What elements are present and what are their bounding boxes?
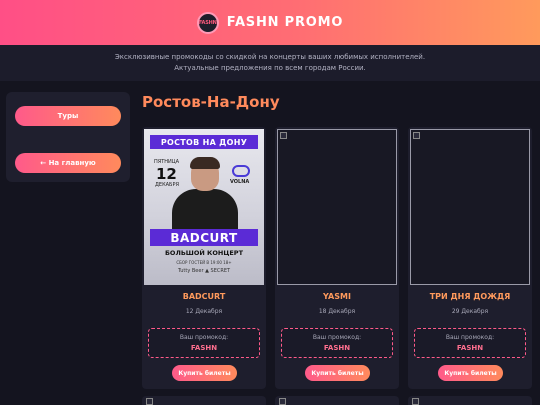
brand-title[interactable]: FASHN PROMO bbox=[227, 15, 343, 30]
poster-subtitle: БОЛЬШОЙ КОНЦЕРТ bbox=[164, 249, 244, 257]
broken-image-icon bbox=[412, 398, 419, 405]
city-title: Ростов-На-Дону bbox=[142, 93, 280, 111]
broken-image-icon bbox=[413, 132, 420, 139]
intro-line-1: Эксклюзивные промокоды со скидкой на кон… bbox=[114, 53, 426, 61]
artist-name: YASMI bbox=[323, 292, 351, 301]
buy-tickets-button[interactable]: Купить билеты bbox=[438, 365, 503, 381]
concert-card: YASMI 18 Декабря Ваш промокод: FASHN Куп… bbox=[275, 127, 399, 389]
concert-card-partial bbox=[408, 396, 532, 405]
logo-text: FASHN bbox=[198, 19, 217, 26]
broken-image-icon bbox=[279, 398, 286, 405]
promo-code[interactable]: FASHN bbox=[415, 344, 525, 352]
buy-tickets-button[interactable]: Купить билеты bbox=[305, 365, 370, 381]
broken-image[interactable] bbox=[277, 129, 397, 285]
artist-hair-image bbox=[190, 157, 220, 169]
poster-date-number: 12 bbox=[156, 165, 177, 183]
tours-button[interactable]: Туры bbox=[15, 106, 121, 126]
concert-card: ТРИ ДНЯ ДОЖДЯ 29 Декабря Ваш промокод: F… bbox=[408, 127, 532, 389]
sidebar: Туры ← На главную bbox=[6, 92, 130, 182]
artist-name: ТРИ ДНЯ ДОЖДЯ bbox=[429, 292, 511, 301]
broken-image-icon bbox=[146, 398, 153, 405]
poster-month: ДЕКАБРЯ bbox=[155, 182, 179, 188]
promo-label: Ваш промокод: bbox=[445, 334, 495, 341]
poster-details: СБОР ГОСТЕЙ В 19:00 18+ bbox=[176, 260, 232, 265]
concert-date: 12 Декабря bbox=[185, 308, 223, 315]
buy-tickets-button[interactable]: Купить билеты bbox=[172, 365, 237, 381]
concert-card-partial bbox=[142, 396, 266, 405]
concert-date: 18 Декабря bbox=[318, 308, 356, 315]
concert-card: РОСТОВ НА ДОНУ ПЯТНИЦА 12 ДЕКАБРЯ VOLNA … bbox=[142, 127, 266, 389]
poster-sponsors: Tutty Beer ▲ SECRET bbox=[177, 268, 231, 274]
poster-venue: VOLNA bbox=[230, 179, 250, 185]
poster-city: РОСТОВ НА ДОНУ bbox=[150, 135, 258, 149]
artist-body-image bbox=[172, 189, 238, 231]
broken-image[interactable] bbox=[410, 129, 530, 285]
promo-box: Ваш промокод: FASHN bbox=[414, 328, 526, 358]
promo-box: Ваш промокод: FASHN bbox=[281, 328, 393, 358]
promo-label: Ваш промокод: bbox=[312, 334, 362, 341]
venue-logo-icon bbox=[232, 165, 250, 177]
promo-box: Ваш промокод: FASHN bbox=[148, 328, 260, 358]
concert-card-partial bbox=[275, 396, 399, 405]
intro-line-2: Актуальные предложения по всем городам Р… bbox=[174, 64, 366, 72]
brand-logo[interactable]: FASHN bbox=[196, 11, 219, 34]
header: FASHN FASHN PROMO bbox=[0, 0, 540, 45]
intro-bar: Эксклюзивные промокоды со скидкой на кон… bbox=[0, 45, 540, 81]
broken-image-icon bbox=[280, 132, 287, 139]
concert-poster[interactable]: РОСТОВ НА ДОНУ ПЯТНИЦА 12 ДЕКАБРЯ VOLNA … bbox=[144, 129, 264, 285]
promo-label: Ваш промокод: bbox=[179, 334, 229, 341]
promo-code[interactable]: FASHN bbox=[282, 344, 392, 352]
promo-code[interactable]: FASHN bbox=[149, 344, 259, 352]
artist-name: BADCURT bbox=[182, 292, 226, 301]
back-home-button[interactable]: ← На главную bbox=[15, 153, 121, 173]
poster-artist: BADCURT bbox=[150, 229, 258, 246]
concert-date: 29 Декабря bbox=[451, 308, 489, 315]
